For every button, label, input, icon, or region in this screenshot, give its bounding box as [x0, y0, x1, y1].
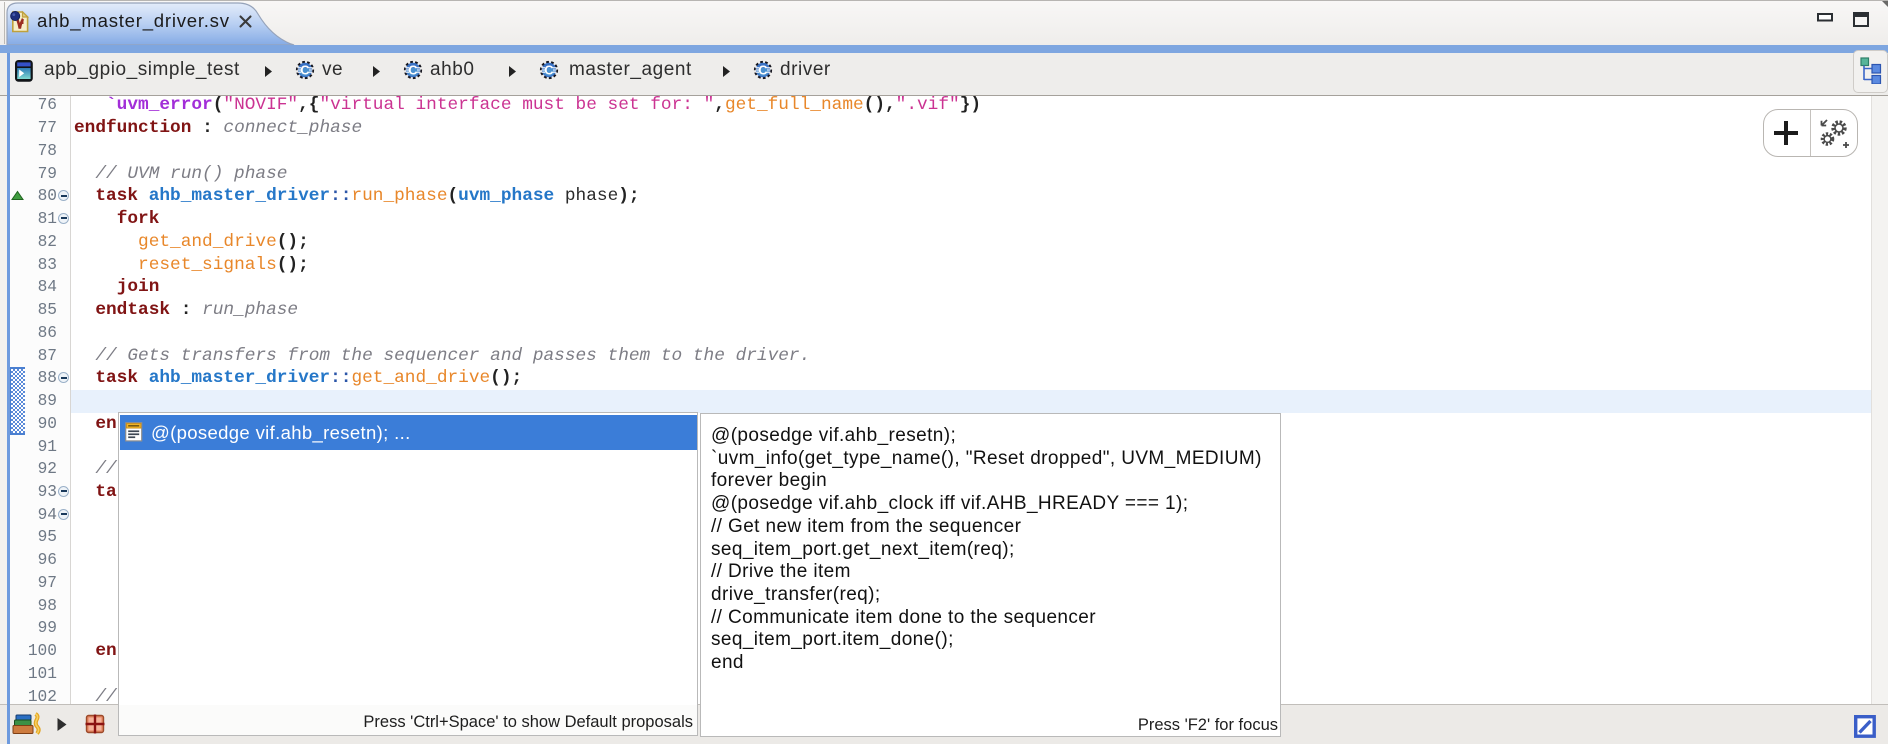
svg-text:C: C [758, 63, 768, 78]
svg-text:C: C [408, 63, 418, 78]
svg-text:C: C [544, 63, 554, 78]
svg-text:C: C [300, 63, 310, 78]
